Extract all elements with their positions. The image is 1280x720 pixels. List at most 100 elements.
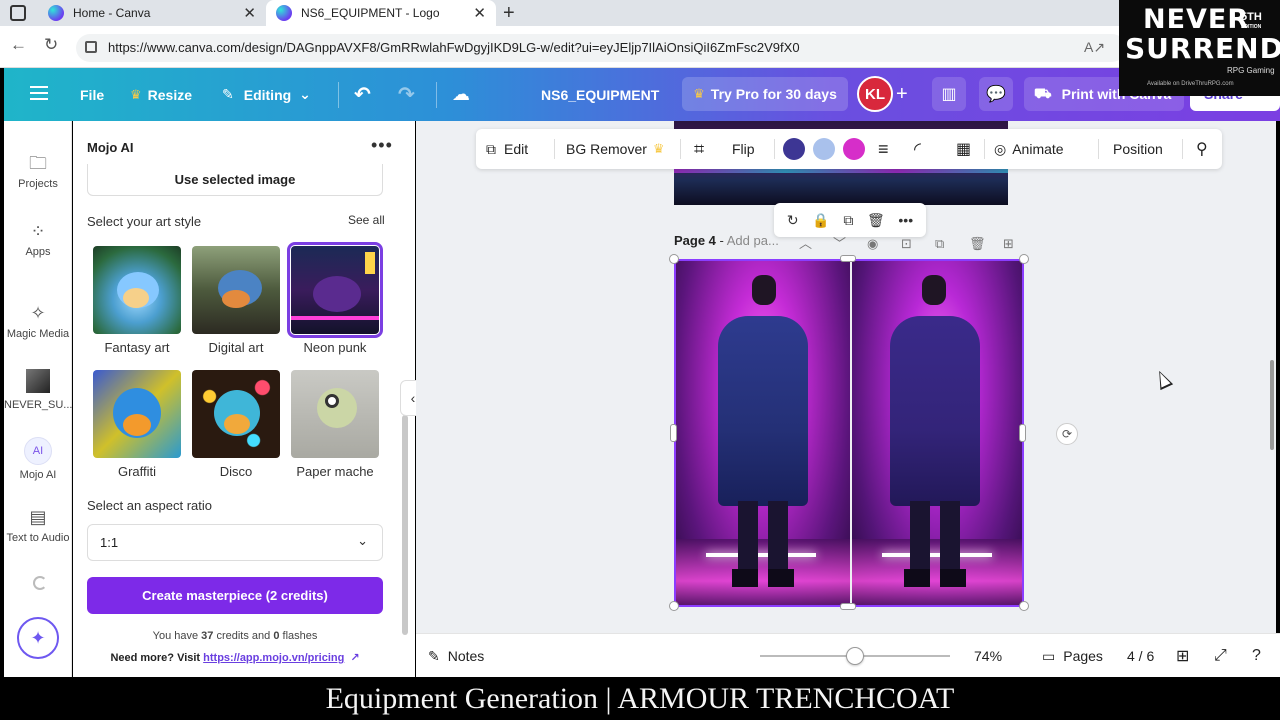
resize-handle-left[interactable] [670, 424, 677, 442]
resize-button[interactable]: ♛ Resize [130, 68, 192, 121]
credits-mid: credits and [213, 630, 274, 642]
add-page-title[interactable]: Add pa... [727, 233, 779, 248]
transparency-icon[interactable]: ▦ [956, 129, 971, 169]
style-label: Fantasy art [104, 340, 170, 355]
file-menu-button[interactable]: File [80, 68, 104, 121]
position-label: Position [1113, 141, 1163, 157]
add-collaborator-icon[interactable]: + [896, 68, 908, 121]
hide-page-icon[interactable]: ◉ [867, 236, 901, 252]
style-fantasy-art[interactable]: Fantasy art [91, 246, 183, 355]
help-icon[interactable]: ? [1252, 634, 1261, 678]
flip-label: Flip [732, 141, 755, 157]
more-options-icon[interactable]: ••• [371, 135, 393, 156]
document-title-text: NS6_EQUIPMENT [541, 86, 660, 103]
cloud-saved-icon[interactable]: ☁ [452, 68, 470, 121]
editing-mode-button[interactable]: ✎ Editing ⌄ [222, 68, 311, 121]
copy-style-icon[interactable]: ⚲ [1196, 129, 1208, 169]
color-swatch-3[interactable] [843, 138, 865, 160]
magic-sparkle-icon[interactable]: ✦ [17, 617, 59, 659]
use-selected-image-button[interactable]: Use selected image [87, 164, 383, 196]
chevron-down-icon[interactable]: ﹀ [833, 233, 867, 252]
resize-handle-right[interactable] [1019, 424, 1026, 442]
style-label: Neon punk [303, 340, 367, 355]
page-label[interactable]: Page 4 - Add pa... [674, 233, 779, 248]
selected-image[interactable] [674, 259, 1024, 607]
pencil-icon: ✎ [222, 86, 234, 102]
tab-actions-icon[interactable] [10, 5, 26, 21]
try-pro-button[interactable]: ♛ Try Pro for 30 days [682, 77, 848, 111]
menu-icon[interactable] [30, 86, 48, 100]
pages-button[interactable]: ▭ Pages [1042, 634, 1103, 678]
document-title[interactable]: NS6_EQUIPMENT [541, 68, 659, 121]
trash-icon[interactable]: 🗑 [867, 212, 885, 229]
zoom-slider-knob[interactable] [846, 647, 864, 665]
zoom-percentage[interactable]: 74% [974, 634, 1002, 678]
style-neon-punk[interactable]: Neon punk [287, 242, 383, 355]
style-paper-mache[interactable]: Paper mache [289, 370, 381, 479]
reload-icon[interactable]: ↻ [44, 35, 58, 55]
see-all-link[interactable]: See all [348, 213, 385, 227]
canva-favicon-icon [48, 5, 64, 21]
resize-handle-top[interactable] [840, 255, 856, 262]
external-link-icon[interactable]: ↗ [350, 652, 359, 664]
avatar[interactable]: KL [857, 76, 893, 112]
rail-magic-media[interactable]: ✧ Magic Media [4, 303, 72, 340]
style-graffiti[interactable]: Graffiti [91, 370, 183, 479]
create-masterpiece-button[interactable]: Create masterpiece (2 credits) [87, 577, 383, 614]
lock-page-icon[interactable]: ⊡ [901, 236, 935, 252]
tab-ns6-equipment[interactable]: NS6_EQUIPMENT - Logo ✕ [266, 0, 496, 26]
notes-button[interactable]: ✎ Notes [428, 634, 484, 678]
edit-image-button[interactable]: ⧉ Edit [486, 129, 528, 169]
grid-view-icon[interactable]: ⊞ [1176, 634, 1189, 678]
close-tab-icon[interactable]: ✕ [473, 4, 486, 22]
folder-thumbnail [26, 369, 50, 393]
rotate-icon[interactable]: ⟳ [1056, 423, 1078, 445]
insights-icon[interactable]: ▥ [932, 77, 966, 111]
pricing-link[interactable]: https://app.mojo.vn/pricing [203, 652, 344, 664]
redo-icon[interactable]: ↷ [398, 68, 415, 121]
url-field[interactable]: https://www.canva.com/design/DAGnppAVXF8… [76, 34, 1126, 62]
animate-button[interactable]: ◎ Animate [994, 129, 1064, 169]
resize-handle-bl[interactable] [669, 601, 679, 611]
border-style-icon[interactable]: ≡ [878, 129, 889, 169]
rail-text-to-audio[interactable]: ▤ Text to Audio [4, 507, 72, 544]
resize-handle-tl[interactable] [669, 254, 679, 264]
site-info-icon[interactable] [85, 41, 97, 53]
rail-apps[interactable]: ⁘ Apps [4, 221, 72, 258]
duplicate-icon[interactable]: ⧉ [843, 212, 853, 229]
rail-mojo-ai[interactable]: AI Mojo AI [4, 437, 72, 481]
duplicate-page-icon[interactable]: ⧉ [935, 236, 969, 252]
style-disco[interactable]: Disco [190, 370, 282, 479]
rail-projects[interactable]: 🗀 Projects [4, 153, 72, 190]
corner-rounding-icon[interactable]: ◜ [914, 129, 921, 169]
add-page-icon[interactable]: ⊞ [1003, 236, 1037, 252]
fullscreen-icon[interactable]: ⤢ [1214, 634, 1227, 678]
aspect-ratio-select[interactable]: 1:1 ⌄ [87, 524, 383, 561]
tab-home-canva[interactable]: Home - Canva ✕ [38, 0, 266, 26]
color-swatch-2[interactable] [813, 138, 835, 160]
resize-handle-bottom[interactable] [840, 603, 856, 610]
read-aloud-icon[interactable]: A↗ [1084, 39, 1105, 56]
comments-icon[interactable]: 💬 [979, 77, 1013, 111]
canvas-scrollbar[interactable] [1270, 360, 1274, 450]
new-tab-icon[interactable]: + [503, 2, 515, 25]
lock-icon[interactable]: 🔒 [812, 212, 829, 229]
back-icon[interactable]: ← [10, 35, 27, 55]
style-digital-art[interactable]: Digital art [190, 246, 282, 355]
zoom-value: 74% [974, 648, 1003, 664]
rail-never-su[interactable]: NEVER_SU... [4, 369, 72, 411]
position-button[interactable]: Position [1113, 129, 1163, 169]
resize-handle-tr[interactable] [1019, 254, 1029, 264]
color-swatch-1[interactable] [783, 138, 805, 160]
more-icon[interactable]: ••• [898, 212, 913, 228]
bg-remover-button[interactable]: BG Remover ♛ [566, 129, 671, 169]
close-tab-icon[interactable]: ✕ [243, 4, 256, 22]
delete-page-icon[interactable]: 🗑 [969, 236, 1003, 252]
undo-icon[interactable]: ↶ [354, 68, 371, 121]
chevron-up-icon[interactable]: ︿ [799, 233, 833, 252]
flip-button[interactable]: Flip [732, 129, 755, 169]
style-thumbnail [287, 242, 383, 338]
ai-edit-icon[interactable]: ↻ [787, 212, 799, 229]
resize-handle-br[interactable] [1019, 601, 1029, 611]
crop-icon[interactable]: ⌗ [694, 129, 704, 169]
